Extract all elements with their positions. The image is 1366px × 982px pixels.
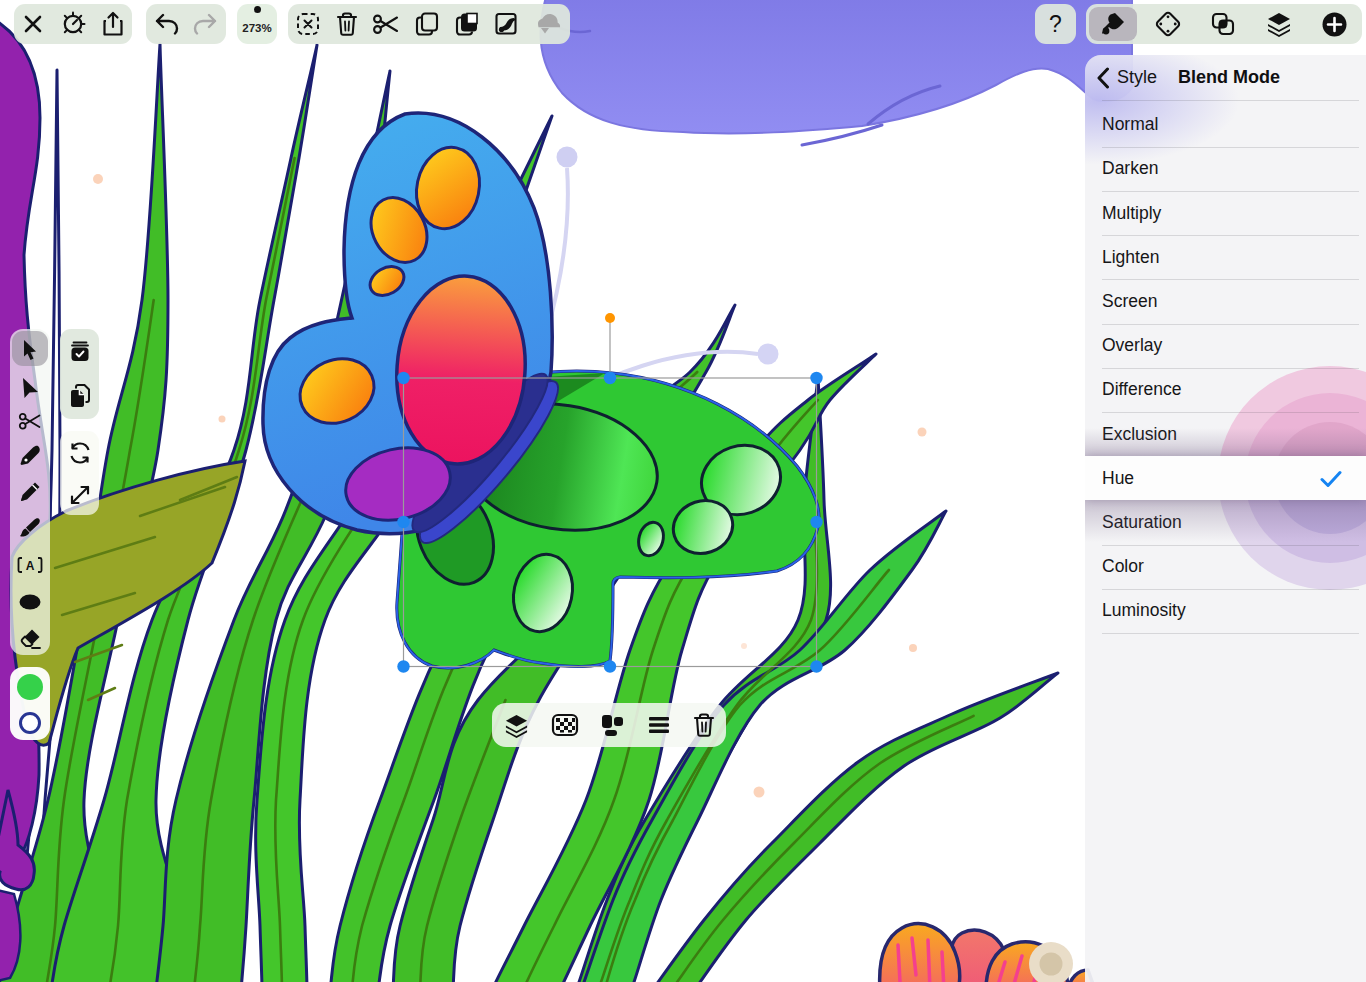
svg-text:A: A [26, 559, 35, 573]
